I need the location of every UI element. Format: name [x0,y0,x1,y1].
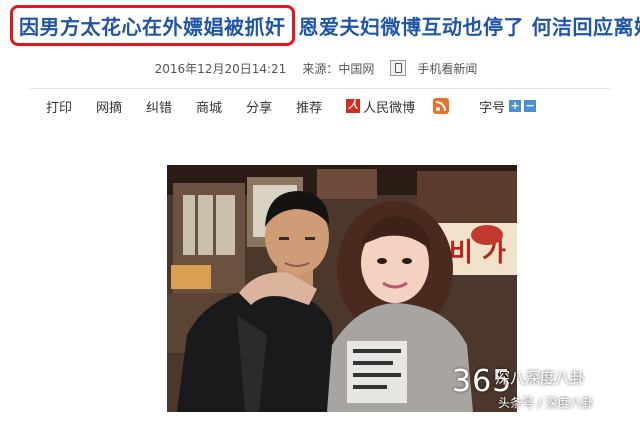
mobile-news-link[interactable]: 手机看新闻 [390,60,485,77]
divider [30,88,610,89]
people-weibo-icon: 人 [346,99,361,113]
rss-icon[interactable] [433,98,450,114]
article-source: 来源：中国网 [302,61,375,76]
font-size-label: 字号 [479,100,506,116]
headline-highlighted: 因男方太花心在外嫖娼被抓奸 [10,4,295,46]
article-toolbar: 打印 网摘 纠错 商城 分享 推荐 人 人民微博 字号 + − [46,94,539,118]
share-button[interactable]: 分享 [246,97,272,116]
recommend-button[interactable]: 推荐 [296,97,322,116]
mobile-phone-icon [390,60,407,76]
publish-datetime: 2016年12月20日14:21 [154,61,287,76]
watermark-subtitle: 头条号 / 深度八卦 [498,396,594,410]
print-button[interactable]: 打印 [46,97,72,116]
headline: 因男方太花心在外嫖娼被抓奸 恩爱夫妇微博互动也停了 何洁回应离婚 [0,4,640,46]
font-decrease-button[interactable]: − [524,100,537,112]
headline-rest: 恩爱夫妇微博互动也停了 何洁回应离婚 [298,14,640,39]
mall-link[interactable]: 商城 [196,97,222,116]
font-increase-button[interactable]: + [509,100,522,112]
watermark-brand: 深八深度八卦 [495,369,586,387]
correct-button[interactable]: 纠错 [146,97,172,116]
article-meta: 2016年12月20日14:21 来源：中国网 手机看新闻 [0,58,640,78]
font-size-control: 字号 + − [479,97,539,116]
excerpt-button[interactable]: 网摘 [96,97,122,116]
people-weibo-label: 人民微博 [363,100,416,116]
people-weibo-link[interactable]: 人 人民微博 [346,97,415,116]
mobile-news-label: 手机看新闻 [417,61,478,76]
